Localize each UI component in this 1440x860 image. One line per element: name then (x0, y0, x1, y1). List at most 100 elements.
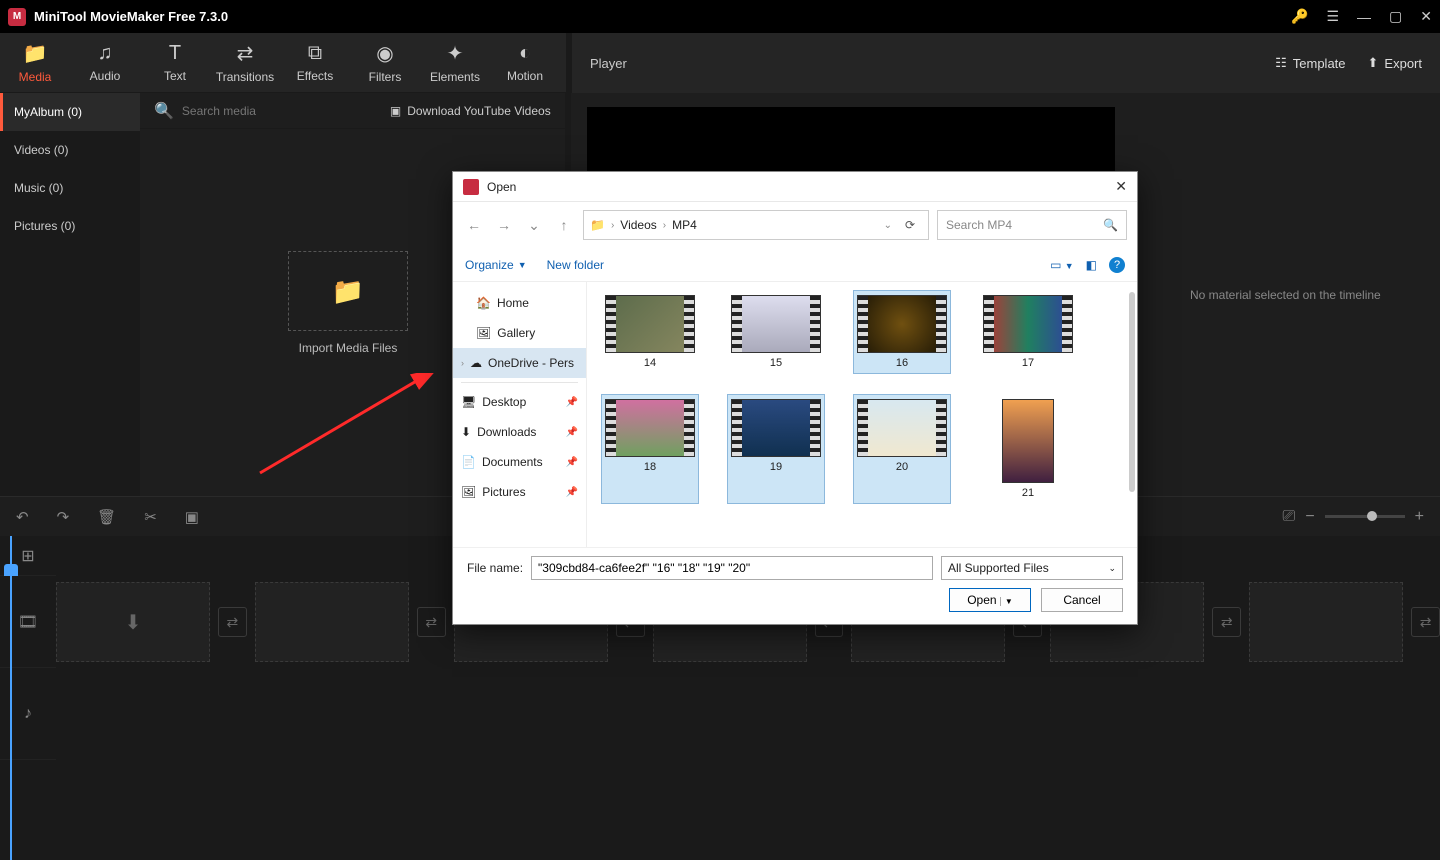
import-label: Import Media Files (288, 341, 408, 355)
chevron-down-icon[interactable]: ⌄ (884, 220, 892, 231)
nav-item[interactable]: ⬇Downloads📌 (453, 417, 586, 447)
youtube-icon: ▣ (390, 104, 401, 118)
zoom-out-button[interactable]: − (1305, 508, 1314, 526)
clip-slot[interactable] (1249, 582, 1403, 662)
motion-icon: ◐ (519, 42, 531, 65)
menu-icon[interactable]: ☰ (1326, 8, 1339, 25)
file-name-label: File name: (467, 561, 523, 575)
ribbon-tab-transitions[interactable]: ⇄Transitions (210, 33, 280, 92)
sidebar-item[interactable]: Pictures (0) (0, 207, 140, 245)
audio-track[interactable] (56, 668, 1440, 760)
search-icon: 🔍 (154, 101, 174, 121)
file-item[interactable]: 17 (979, 290, 1077, 374)
ribbon-tab-effects[interactable]: ⧉Effects (280, 33, 350, 92)
nav-item[interactable]: 🖥Desktop📌 (453, 387, 586, 417)
auto-fit-icon[interactable]: ⎚ (1283, 508, 1296, 526)
transition-slot[interactable]: ⇄ (218, 607, 247, 637)
ribbon-tab-motion[interactable]: ◐Motion (490, 33, 560, 92)
minimize-button[interactable]: — (1357, 9, 1371, 25)
dialog-logo (463, 179, 479, 195)
ribbon: 📁Media♫AudioTText⇄Transitions⧉Effects◉Fi… (0, 33, 566, 93)
file-item[interactable]: 19 (727, 394, 825, 504)
split-button[interactable]: ✂ (144, 508, 157, 526)
close-button[interactable]: ✕ (1420, 8, 1432, 25)
file-item[interactable]: 15 (727, 290, 825, 374)
file-name-input[interactable] (531, 556, 933, 580)
breadcrumb[interactable]: 📁 › Videos › MP4 ⌄ ⟳ (583, 210, 929, 240)
file-item[interactable]: 21 (979, 394, 1077, 504)
filters-icon: ◉ (376, 41, 393, 66)
nav-up-button[interactable]: ↑ (553, 217, 575, 233)
sidebar-item[interactable]: Music (0) (0, 169, 140, 207)
file-item[interactable]: 18 (601, 394, 699, 504)
zoom-slider[interactable] (1325, 515, 1405, 518)
dialog-search-input[interactable]: Search MP4 🔍 (937, 210, 1127, 240)
refresh-button[interactable]: ⟳ (898, 218, 922, 232)
new-folder-button[interactable]: New folder (547, 258, 604, 272)
no-material-message: No material selected on the timeline (1190, 288, 1381, 302)
ribbon-tab-audio[interactable]: ♫Audio (70, 33, 140, 92)
transition-slot[interactable]: ⇄ (1411, 607, 1440, 637)
nav-back-button[interactable]: ← (463, 217, 485, 233)
ribbon-tab-media[interactable]: 📁Media (0, 33, 70, 92)
nav-item[interactable]: 🖼Pictures📌 (453, 477, 586, 507)
import-dropzone[interactable]: 📁 (288, 251, 408, 331)
download-youtube-button[interactable]: ▣ Download YouTube Videos (390, 104, 551, 118)
file-thumbnail (605, 399, 695, 457)
cancel-button[interactable]: Cancel (1041, 588, 1123, 612)
ribbon-tab-filters[interactable]: ◉Filters (350, 33, 420, 92)
sidebar-item[interactable]: MyAlbum (0) (0, 93, 140, 131)
export-button[interactable]: ⬆Export (1368, 55, 1422, 71)
search-icon: 🔍 (1103, 218, 1118, 232)
scrollbar[interactable] (1129, 292, 1135, 492)
open-button[interactable]: Open ▼ (949, 588, 1031, 612)
transition-slot[interactable]: ⇄ (417, 607, 446, 637)
nav-item[interactable]: 🏠Home (453, 288, 586, 318)
clip-slot[interactable] (255, 582, 409, 662)
delete-button[interactable]: 🗑 (97, 508, 116, 526)
template-button[interactable]: ☷Template (1275, 55, 1345, 71)
file-type-select[interactable]: All Supported Files⌄ (941, 556, 1123, 580)
annotation-arrow (220, 373, 450, 483)
dialog-close-button[interactable]: ✕ (1115, 178, 1127, 195)
ribbon-tab-text[interactable]: TText (140, 33, 210, 92)
audio-track-icon: ♪ (0, 668, 56, 760)
file-item[interactable]: 16 (853, 290, 951, 374)
ribbon-tab-elements[interactable]: ✦Elements (420, 33, 490, 92)
video-track-icon: 🎞 (0, 576, 56, 668)
help-button[interactable]: ? (1109, 257, 1125, 273)
key-icon[interactable]: 🔑 (1291, 8, 1308, 25)
file-thumbnail (857, 399, 947, 457)
player-header: Player ☷Template ⬆Export (572, 33, 1440, 93)
clip-slot[interactable]: ⬇ (56, 582, 210, 662)
export-icon: ⬆ (1368, 55, 1379, 71)
redo-button[interactable]: ↷ (57, 508, 70, 526)
app-title: MiniTool MovieMaker Free 7.3.0 (34, 9, 1291, 24)
preview-pane-button[interactable]: ◧ (1086, 258, 1097, 272)
file-name: 16 (896, 357, 908, 369)
zoom-in-button[interactable]: + (1415, 508, 1424, 526)
playhead[interactable] (10, 536, 12, 860)
search-input[interactable] (182, 104, 382, 118)
nav-item[interactable]: 🖼Gallery (453, 318, 586, 348)
file-item[interactable]: 20 (853, 394, 951, 504)
organize-menu[interactable]: Organize ▼ (465, 258, 527, 272)
nav-recent-button[interactable]: ⌄ (523, 217, 545, 234)
maximize-button[interactable]: ▢ (1389, 8, 1402, 25)
undo-button[interactable]: ↶ (16, 508, 29, 526)
file-thumbnail (1002, 399, 1054, 483)
transition-slot[interactable]: ⇄ (1212, 607, 1241, 637)
sidebar-item[interactable]: Videos (0) (0, 131, 140, 169)
folder-icon: 📁 (590, 218, 605, 232)
file-grid[interactable]: 14 15 16 17 18 19 20 21 (587, 282, 1137, 547)
nav-item[interactable]: 📄Documents📌 (453, 447, 586, 477)
file-item[interactable]: 14 (601, 290, 699, 374)
transitions-icon: ⇄ (237, 41, 254, 66)
file-name: 18 (644, 461, 656, 473)
file-name: 20 (896, 461, 908, 473)
crop-button[interactable]: ▣ (185, 508, 199, 526)
player-title: Player (590, 56, 627, 71)
nav-item[interactable]: ›☁OneDrive - Pers (453, 348, 586, 378)
nav-forward-button[interactable]: → (493, 217, 515, 233)
view-mode-button[interactable]: ▭ ▼ (1050, 258, 1074, 272)
